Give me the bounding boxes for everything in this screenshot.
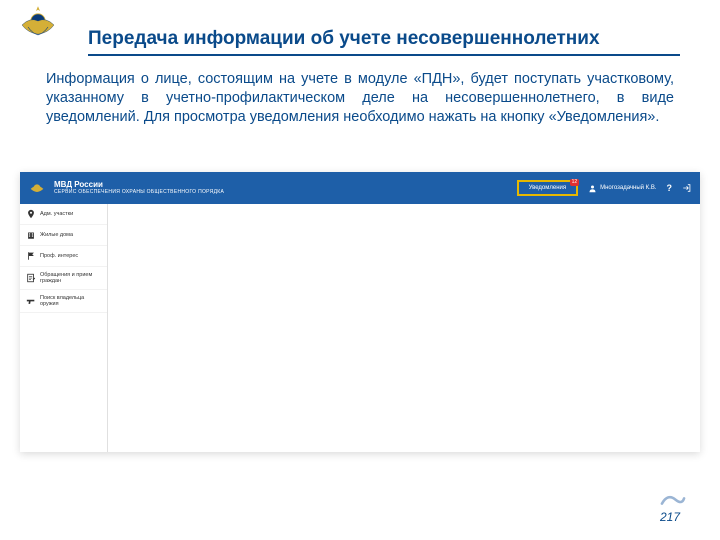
- user-icon: [588, 184, 597, 193]
- user-name: Многозадачный К.В.: [600, 185, 656, 191]
- sidebar: Адм. участки Жилые дома Проф. интерес: [20, 204, 108, 452]
- mvd-emblem-icon: [18, 3, 58, 43]
- slide-title: Передача информации об учете несовершенн…: [88, 28, 680, 56]
- page-number: 217: [660, 510, 680, 524]
- topbar-brand-line1: МВД России: [54, 181, 224, 189]
- sidebar-item-label: Обращения и прием граждан: [40, 272, 101, 284]
- sidebar-item-label: Адм. участки: [40, 211, 73, 217]
- mvd-emblem-small-icon: [28, 179, 46, 197]
- help-icon[interactable]: ?: [667, 183, 673, 193]
- topbar-brand-line2: СЕРВИС ОБЕСПЕЧЕНИЯ ОХРАНЫ ОБЩЕСТВЕННОГО …: [54, 190, 224, 195]
- user-block[interactable]: Многозадачный К.В.: [588, 184, 656, 193]
- sidebar-item-label: Жилые дома: [40, 232, 73, 238]
- app-screenshot: МВД России СЕРВИС ОБЕСПЕЧЕНИЯ ОХРАНЫ ОБЩ…: [20, 172, 700, 452]
- sidebar-item-houses[interactable]: Жилые дома: [20, 225, 107, 246]
- map-pin-icon: [26, 209, 36, 219]
- sidebar-item-weapon[interactable]: Поиск владельца оружия: [20, 290, 107, 313]
- sidebar-item-adm[interactable]: Адм. участки: [20, 204, 107, 225]
- app-topbar: МВД России СЕРВИС ОБЕСПЕЧЕНИЯ ОХРАНЫ ОБЩ…: [20, 172, 700, 204]
- topbar-brand: МВД России СЕРВИС ОБЕСПЕЧЕНИЯ ОХРАНЫ ОБЩ…: [54, 181, 224, 195]
- notifications-label: Уведомления: [529, 185, 567, 191]
- app-content: [108, 204, 700, 452]
- flag-icon: [26, 251, 36, 261]
- decoration-swirl-icon: [660, 494, 686, 508]
- building-icon: [26, 230, 36, 240]
- document-edit-icon: [26, 273, 36, 283]
- notifications-count-badge: 12: [570, 179, 580, 186]
- gun-icon: [26, 296, 36, 306]
- notifications-button[interactable]: Уведомления 12: [517, 180, 579, 196]
- sidebar-item-label: Поиск владельца оружия: [40, 295, 101, 307]
- sidebar-item-label: Проф. интерес: [40, 253, 78, 259]
- slide-body-text: Информация о лице, состоящим на учете в …: [46, 70, 674, 127]
- logout-icon[interactable]: [682, 183, 692, 193]
- sidebar-item-appeals[interactable]: Обращения и прием граждан: [20, 267, 107, 290]
- sidebar-item-prof[interactable]: Проф. интерес: [20, 246, 107, 267]
